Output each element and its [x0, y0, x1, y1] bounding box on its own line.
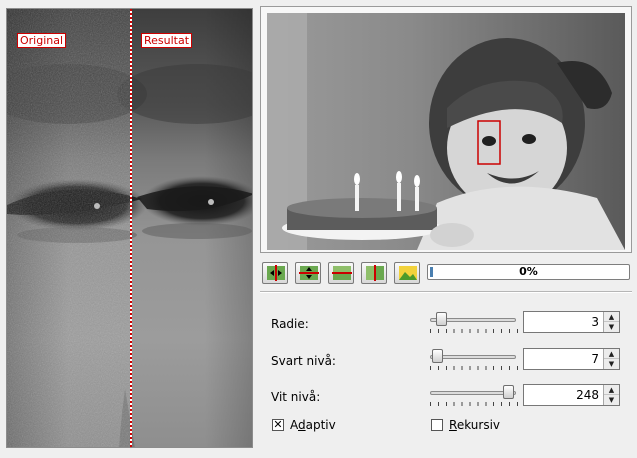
white-level-increment-button[interactable]: ▲ [604, 385, 619, 395]
slider-ticks [430, 366, 518, 370]
black-level-spinbutton[interactable]: 7 ▲ ▼ [523, 348, 620, 370]
black-level-label: Svart nivå: [271, 354, 336, 368]
black-level-increment-button[interactable]: ▲ [604, 349, 619, 359]
split-vertical-move-icon [267, 265, 285, 281]
white-level-slider-handle[interactable] [503, 385, 514, 399]
black-level-value[interactable]: 7 [591, 352, 599, 366]
white-level-spinbutton[interactable]: 248 ▲ ▼ [523, 384, 620, 406]
split-vertical-button[interactable] [361, 262, 387, 284]
split-vertical-icon [366, 265, 384, 281]
black-level-spin-buttons: ▲ ▼ [603, 349, 619, 369]
split-horizontal-icon [332, 266, 352, 280]
preview-toolbar: 0% [260, 262, 632, 286]
white-level-spin-buttons: ▲ ▼ [603, 385, 619, 405]
result-label: Resultat [141, 33, 193, 48]
recursive-label: Rekursiv [449, 418, 501, 432]
white-level-label: Vit nivå: [271, 390, 321, 404]
preview-image [7, 9, 252, 447]
split-horizontal-move-button[interactable] [295, 262, 321, 284]
no-split-icon [399, 266, 417, 280]
settings-panel: 0% Radie: 3 ▲ ▼ Svart nivå: 7 ▲ ▼ Vit ni… [260, 6, 632, 452]
black-level-row: Svart nivå: 7 ▲ ▼ [270, 348, 632, 374]
slider-ticks [430, 402, 518, 406]
split-horizontal-button[interactable] [328, 262, 354, 284]
radius-spinbutton[interactable]: 3 ▲ ▼ [523, 311, 620, 333]
separator [260, 291, 632, 293]
radius-value[interactable]: 3 [591, 315, 599, 329]
white-level-slider[interactable] [430, 384, 518, 406]
black-level-decrement-button[interactable]: ▼ [604, 359, 619, 369]
radius-slider-handle[interactable] [436, 312, 447, 326]
adaptive-label: Adaptiv [290, 418, 336, 432]
progress-bar: 0% [427, 264, 630, 280]
split-vertical-move-button[interactable] [262, 262, 288, 284]
progress-text: 0% [519, 265, 538, 278]
preview-area[interactable]: Original Resultat [6, 8, 253, 448]
radius-label: Radie: [271, 317, 309, 331]
white-level-decrement-button[interactable]: ▼ [604, 395, 619, 405]
slider-ticks [430, 329, 518, 333]
adaptive-check-icon[interactable]: ✕ [272, 419, 284, 431]
radius-row: Radie: 3 ▲ ▼ [270, 311, 632, 337]
navigation-thumbnail[interactable] [260, 6, 632, 253]
radius-decrement-button[interactable]: ▼ [604, 322, 619, 332]
black-level-slider-handle[interactable] [432, 349, 443, 363]
no-split-button[interactable] [394, 262, 420, 284]
radius-slider[interactable] [430, 311, 518, 333]
radius-increment-button[interactable]: ▲ [604, 312, 619, 322]
white-level-value[interactable]: 248 [576, 388, 599, 402]
white-level-row: Vit nivå: 248 ▲ ▼ [270, 384, 632, 410]
original-label: Original [17, 33, 67, 48]
radius-spin-buttons: ▲ ▼ [603, 312, 619, 332]
recursive-check-icon[interactable] [431, 419, 443, 431]
black-level-slider[interactable] [430, 348, 518, 370]
thumbnail-image[interactable] [267, 13, 625, 250]
split-horizontal-move-icon [299, 266, 319, 280]
